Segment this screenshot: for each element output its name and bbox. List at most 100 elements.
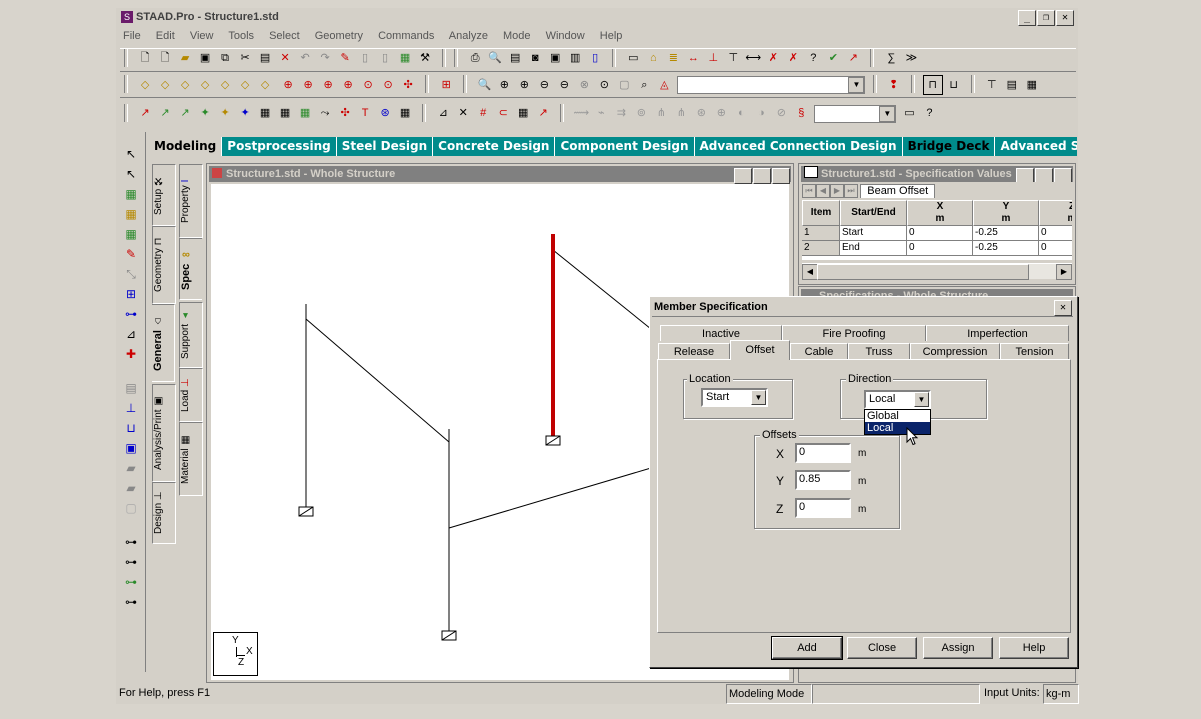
view-1-icon[interactable]: ▤ <box>120 378 142 398</box>
display-icon[interactable]: ⊞ <box>437 76 455 94</box>
new-file-2-icon[interactable]: 🗋 <box>156 49 174 67</box>
view-iso-3-icon[interactable]: ◇ <box>176 76 194 94</box>
gray-11-icon[interactable]: ⊘ <box>772 104 790 122</box>
help-query-icon[interactable]: ? <box>804 49 822 67</box>
grid-color-icon[interactable]: ▦ <box>396 49 414 67</box>
ruler-2-icon[interactable]: ✗ <box>784 49 802 67</box>
tab-postprocessing[interactable]: Postprocessing <box>222 137 337 156</box>
spec-h-scrollbar[interactable]: ◀ ▶ <box>802 263 1072 280</box>
menu-help[interactable]: Help <box>600 30 623 42</box>
red-arrow-icon[interactable]: ↗ <box>844 49 862 67</box>
table-cell[interactable]: 0 <box>1039 241 1072 256</box>
add-button[interactable]: Add <box>771 636 843 660</box>
list-3-icon[interactable]: ⊶ <box>120 572 142 592</box>
gray-8-icon[interactable]: ⊕ <box>712 104 730 122</box>
tab-truss[interactable]: Truss <box>848 343 910 359</box>
text-icon[interactable]: T <box>356 104 374 122</box>
export-icon[interactable]: ▥ <box>566 49 584 67</box>
view-iso-1-icon[interactable]: ◇ <box>136 76 154 94</box>
tab-fire-proofing[interactable]: Fire Proofing <box>782 325 926 341</box>
copy-icon[interactable]: ⧉ <box>216 49 234 67</box>
frame-icon[interactable]: ⊓ <box>922 75 943 95</box>
redo-icon[interactable]: ↷ <box>316 49 334 67</box>
tab-offset[interactable]: Offset <box>730 340 790 360</box>
tab-advanced-slab-design[interactable]: Advanced Slab Design <box>995 137 1077 156</box>
formula-icon[interactable]: ∑ <box>882 49 900 67</box>
view-5-icon[interactable]: ▰ <box>120 458 142 478</box>
rotate-7-icon[interactable]: ✣ <box>399 76 417 94</box>
picture-icon[interactable]: ▣ <box>546 49 564 67</box>
dialog-close-button[interactable]: ✕ <box>1054 300 1072 316</box>
page-2-icon[interactable]: ▯ <box>376 49 394 67</box>
viewport-close-button[interactable]: ✕ <box>772 168 790 184</box>
spec-restore-button[interactable]: ❐ <box>1035 168 1053 182</box>
tab-modeling[interactable]: Modeling <box>149 137 223 156</box>
next-tab-button[interactable]: ▶ <box>830 184 844 198</box>
view-iso-5-icon[interactable]: ◇ <box>216 76 234 94</box>
plate-cursor-icon[interactable]: ▦ <box>120 204 142 224</box>
tab-compression[interactable]: Compression <box>910 343 1000 359</box>
last-tab-button[interactable]: ⏭ <box>844 184 858 198</box>
rotate-2-icon[interactable]: ⊕ <box>299 76 317 94</box>
offset-x-field[interactable]: 0 <box>795 443 851 463</box>
offset-y-field[interactable]: 0.85 <box>795 470 851 490</box>
view-iso-7-icon[interactable]: ◇ <box>256 76 274 94</box>
grid-3-select-icon[interactable]: ▦ <box>296 104 314 122</box>
table-cell[interactable]: 2 <box>802 241 840 256</box>
s-icon[interactable]: § <box>792 104 810 122</box>
table-cell[interactable]: 1 <box>802 226 840 241</box>
menu-window[interactable]: Window <box>546 30 585 42</box>
menu-tools[interactable]: Tools <box>228 30 254 42</box>
view-3-icon[interactable]: ⊔ <box>120 418 142 438</box>
snap-4-icon[interactable]: ⊿ <box>120 324 142 344</box>
menu-geometry[interactable]: Geometry <box>315 30 363 42</box>
geometry-select-icon[interactable]: ✦ <box>236 104 254 122</box>
help-button[interactable]: Help <box>999 637 1069 659</box>
side-tab-geometry[interactable]: Geometry ⊓ <box>152 226 176 304</box>
snap-3-icon[interactable]: ⊶ <box>120 304 142 324</box>
gray-3-icon[interactable]: ⇉ <box>612 104 630 122</box>
beam-offset-tab[interactable]: Beam Offset <box>860 184 936 198</box>
gray-9-icon[interactable]: ◐ <box>732 104 750 122</box>
beam-cursor-icon[interactable]: ▦ <box>120 184 142 204</box>
ruler-icon[interactable]: ✗ <box>764 49 782 67</box>
rotate-6-icon[interactable]: ⊙ <box>379 76 397 94</box>
node-select-icon[interactable]: ↗ <box>136 104 154 122</box>
info-icon[interactable]: ❢ <box>885 76 903 94</box>
gray-10-icon[interactable]: ◑ <box>752 104 770 122</box>
zoom-dynamic-icon[interactable]: ⊕ <box>495 76 513 94</box>
solid-select-icon[interactable]: ✦ <box>196 104 214 122</box>
viewport-minimize-button[interactable]: _ <box>734 168 752 184</box>
monitor-icon[interactable]: ▭ <box>900 104 918 122</box>
window-icon[interactable]: ▭ <box>624 49 642 67</box>
struct-4-icon[interactable]: ⊂ <box>494 104 512 122</box>
grid-select-icon[interactable]: ▦ <box>256 104 274 122</box>
list-2-icon[interactable]: ⊶ <box>120 552 142 572</box>
menu-select[interactable]: Select <box>269 30 300 42</box>
offset-z-field[interactable]: 0 <box>795 498 851 518</box>
tab-cable[interactable]: Cable <box>790 343 848 359</box>
direction-option-global[interactable]: Global <box>865 410 930 422</box>
restore-button[interactable]: ❐ <box>1037 10 1055 26</box>
side-tab-general[interactable]: General ⌂ <box>152 304 175 382</box>
frame-2-icon[interactable]: ⊔ <box>945 76 963 94</box>
load-case-combo[interactable]: ▼ <box>814 105 897 123</box>
globe-icon[interactable]: ⊛ <box>376 104 394 122</box>
struct-2-icon[interactable]: ✕ <box>454 104 472 122</box>
viewport-restore-button[interactable]: ❐ <box>753 168 771 184</box>
view-iso-6-icon[interactable]: ◇ <box>236 76 254 94</box>
view-iso-2-icon[interactable]: ◇ <box>156 76 174 94</box>
view-7-icon[interactable]: ▢ <box>120 498 142 518</box>
save-icon[interactable]: ▣ <box>196 49 214 67</box>
print-icon[interactable]: ⎙ <box>466 49 484 67</box>
snap-icon[interactable]: ⤡ <box>120 264 142 284</box>
rotate-5-icon[interactable]: ⊙ <box>359 76 377 94</box>
side-tab-setup[interactable]: Setup ⚒ <box>152 164 176 226</box>
side-tab-analysis-print[interactable]: Analysis/Print ▣ <box>152 384 176 482</box>
solid-icon[interactable]: ▦ <box>1023 76 1041 94</box>
tab-concrete-design[interactable]: Concrete Design <box>433 137 556 156</box>
tab-bridge-deck[interactable]: Bridge Deck <box>902 137 996 156</box>
table-cell[interactable]: 0 <box>907 226 973 241</box>
list-4-icon[interactable]: ⊶ <box>120 592 142 612</box>
menu-file[interactable]: File <box>123 30 141 42</box>
